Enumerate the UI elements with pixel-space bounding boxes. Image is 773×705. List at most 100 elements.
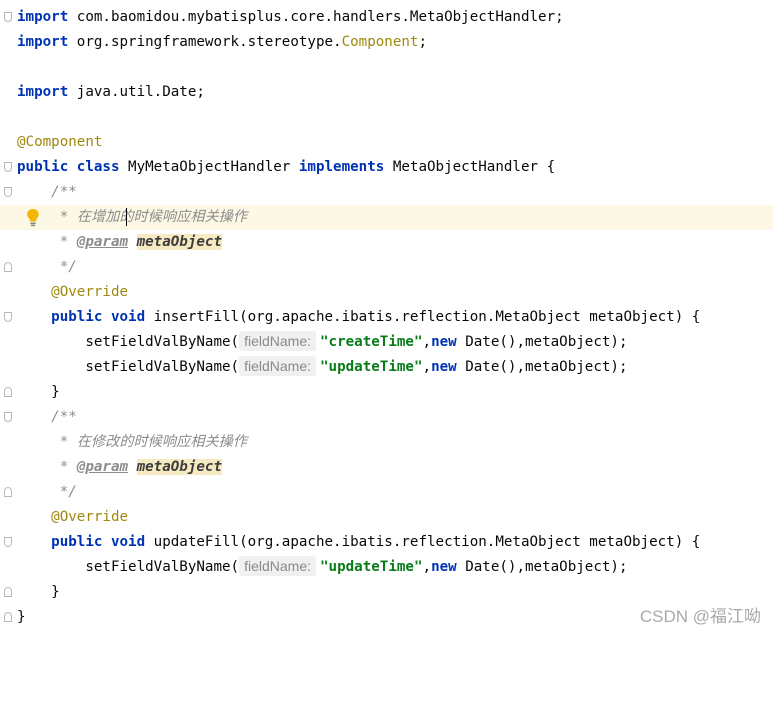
fold-marker-icon[interactable] bbox=[4, 262, 12, 272]
doc-comment-start: /** bbox=[17, 184, 77, 200]
gutter bbox=[0, 430, 16, 455]
gutter bbox=[0, 530, 16, 555]
import-path: org.springframework.stereotype. bbox=[68, 34, 342, 50]
code-line-23: setFieldValByName(fieldName: "updateTime"… bbox=[0, 555, 773, 580]
gutter bbox=[0, 130, 16, 155]
gutter bbox=[0, 605, 16, 630]
keyword-import: import bbox=[17, 9, 69, 25]
code-line-7: public class MyMetaObjectHandler impleme… bbox=[0, 155, 773, 180]
gutter bbox=[0, 405, 16, 430]
parameter-hint: fieldName: bbox=[239, 331, 317, 351]
string-literal: "createTime" bbox=[320, 334, 423, 350]
code-line-3 bbox=[0, 55, 773, 80]
gutter bbox=[0, 355, 16, 380]
code-line-5 bbox=[0, 105, 773, 130]
code-line-13: public void insertFill(org.apache.ibatis… bbox=[0, 305, 773, 330]
gutter bbox=[0, 305, 16, 330]
code-line-20: */ bbox=[0, 480, 773, 505]
fold-marker-icon[interactable] bbox=[4, 187, 12, 197]
method-call: setFieldValByName( bbox=[17, 559, 240, 575]
gutter bbox=[0, 555, 16, 580]
code-line-14: setFieldValByName(fieldName: "createTime"… bbox=[0, 330, 773, 355]
code-line-22: public void updateFill(org.apache.ibatis… bbox=[0, 530, 773, 555]
closing-brace: } bbox=[17, 609, 26, 625]
doc-comment-end: */ bbox=[17, 484, 77, 500]
code-line-11: */ bbox=[0, 255, 773, 280]
semicolon: ; bbox=[418, 34, 428, 50]
text-caret bbox=[126, 208, 127, 226]
code-line-17: /** bbox=[0, 405, 773, 430]
keyword-new: new bbox=[431, 359, 457, 375]
gutter bbox=[0, 30, 16, 55]
keyword-import: import bbox=[17, 34, 69, 50]
import-path: java.util.Date; bbox=[68, 84, 205, 100]
import-path: com.baomidou.mybatisplus.core.handlers.M… bbox=[68, 9, 564, 25]
method-call: setFieldValByName( bbox=[17, 334, 240, 350]
method-call: setFieldValByName( bbox=[17, 359, 240, 375]
fold-marker-icon[interactable] bbox=[4, 487, 12, 497]
code-line-8: /** bbox=[0, 180, 773, 205]
code-line-12: @Override bbox=[0, 280, 773, 305]
gutter bbox=[0, 330, 16, 355]
gutter bbox=[0, 255, 16, 280]
param-reference: metaObject bbox=[136, 234, 223, 250]
gutter bbox=[0, 205, 16, 230]
gutter bbox=[0, 80, 16, 105]
gutter bbox=[0, 580, 16, 605]
annotation-component: @Component bbox=[17, 134, 103, 150]
gutter bbox=[0, 105, 16, 130]
gutter bbox=[0, 5, 16, 30]
string-literal: "updateTime" bbox=[320, 359, 423, 375]
code-editor[interactable]: import com.baomidou.mybatisplus.core.han… bbox=[0, 5, 773, 630]
class-name: MyMetaObjectHandler bbox=[119, 159, 299, 175]
code-line-19: * @param metaObject bbox=[0, 455, 773, 480]
keyword-public: public bbox=[51, 309, 103, 325]
call-args: Date(),metaObject); bbox=[456, 359, 628, 375]
code-line-16: } bbox=[0, 380, 773, 405]
gutter bbox=[0, 480, 16, 505]
code-line-15: setFieldValByName(fieldName: "updateTime"… bbox=[0, 355, 773, 380]
gutter bbox=[0, 180, 16, 205]
code-line-9-current: * 在增加的时候响应相关操作 bbox=[0, 205, 773, 230]
keyword-new: new bbox=[431, 334, 457, 350]
code-line-1: import com.baomidou.mybatisplus.core.han… bbox=[0, 5, 773, 30]
doc-comment-start: /** bbox=[17, 409, 77, 425]
gutter bbox=[0, 155, 16, 180]
parameter-hint: fieldName: bbox=[239, 356, 317, 376]
doc-comment-text: * 在增加的时候响应相关操作 bbox=[17, 209, 248, 225]
fold-marker-icon[interactable] bbox=[4, 537, 12, 547]
parameter-hint: fieldName: bbox=[239, 556, 317, 576]
closing-brace: } bbox=[17, 384, 60, 400]
javadoc-param-tag: @param bbox=[76, 459, 129, 475]
keyword-void: void bbox=[110, 534, 146, 550]
fold-marker-icon[interactable] bbox=[4, 387, 12, 397]
fold-marker-icon[interactable] bbox=[4, 312, 12, 322]
doc-comment-star: * bbox=[17, 459, 77, 475]
call-args: Date(),metaObject); bbox=[456, 559, 628, 575]
gutter bbox=[0, 280, 16, 305]
code-line-10: * @param metaObject bbox=[0, 230, 773, 255]
closing-brace: } bbox=[17, 584, 60, 600]
call-args: Date(),metaObject); bbox=[456, 334, 628, 350]
string-literal: "updateTime" bbox=[320, 559, 423, 575]
keyword-import: import bbox=[17, 84, 69, 100]
code-line-2: import org.springframework.stereotype.Co… bbox=[0, 30, 773, 55]
fold-marker-icon[interactable] bbox=[4, 12, 12, 22]
gutter bbox=[0, 230, 16, 255]
keyword-implements: implements bbox=[298, 159, 385, 175]
gutter bbox=[0, 505, 16, 530]
comma: , bbox=[422, 334, 432, 350]
fold-marker-icon[interactable] bbox=[4, 587, 12, 597]
fold-marker-icon[interactable] bbox=[4, 412, 12, 422]
annotation-override: @Override bbox=[51, 509, 129, 525]
doc-comment-star: * bbox=[17, 234, 77, 250]
code-line-18: * 在修改的时候响应相关操作 bbox=[0, 430, 773, 455]
keyword-new: new bbox=[431, 559, 457, 575]
fold-marker-icon[interactable] bbox=[4, 612, 12, 622]
code-line-4: import java.util.Date; bbox=[0, 80, 773, 105]
comma: , bbox=[422, 559, 432, 575]
keyword-class: class bbox=[76, 159, 120, 175]
fold-marker-icon[interactable] bbox=[4, 162, 12, 172]
doc-comment-text: * 在修改的时候响应相关操作 bbox=[17, 434, 248, 450]
javadoc-param-tag: @param bbox=[76, 234, 129, 250]
